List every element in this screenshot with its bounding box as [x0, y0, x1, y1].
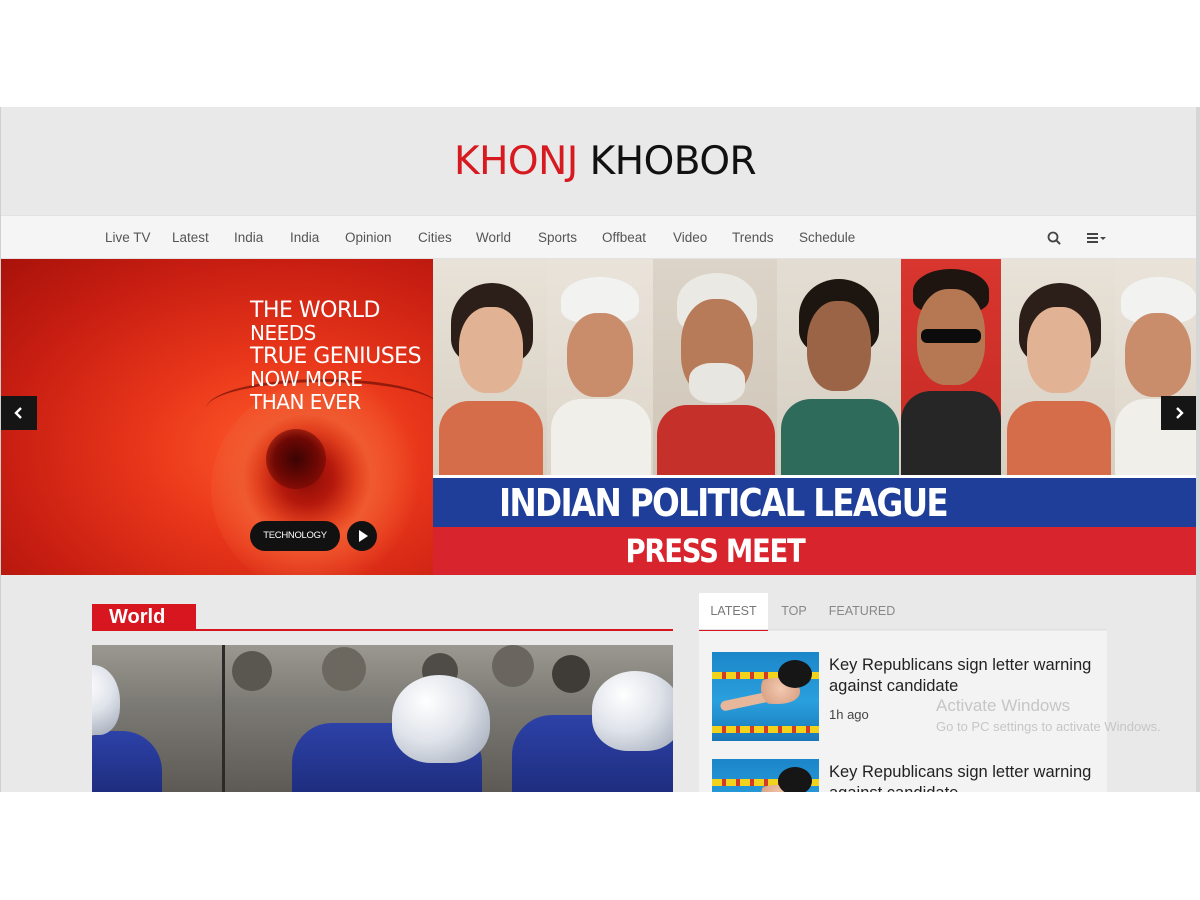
logo-text-red: KHONJ: [454, 139, 578, 184]
nav-item-offbeat[interactable]: Offbeat: [602, 216, 646, 260]
tab-latest[interactable]: LATEST: [699, 593, 768, 631]
face-shape: [807, 301, 871, 391]
hero-slider: THE WORLD NEEDS TRUE GENIUSES NOW MORE T…: [1, 259, 1197, 575]
banner-title-strip: INDIAN POLITICAL LEAGUE: [433, 475, 1197, 527]
person-panel: [1001, 259, 1115, 475]
crowd-shape: [552, 655, 590, 693]
face-shape: [1027, 307, 1091, 393]
browser-viewport: KHONJ KHOBOR Live TV Latest India India …: [0, 107, 1200, 792]
person-panel: [777, 259, 901, 475]
tab-top[interactable]: TOP: [775, 593, 813, 631]
swim-cap: [778, 660, 812, 688]
nav-item-live-tv[interactable]: Live TV: [105, 216, 151, 260]
face-shape: [459, 307, 523, 393]
face-shape: [1125, 313, 1191, 397]
slider-next-button[interactable]: [1161, 396, 1197, 430]
logo-header: KHONJ KHOBOR: [1, 107, 1197, 215]
section-title-world: World: [92, 604, 196, 630]
slider-prev-button[interactable]: [1, 396, 37, 430]
body-shape: [551, 399, 651, 475]
person-panel: [1115, 259, 1197, 475]
helmet-shape: [592, 671, 673, 751]
slogan-line: NEEDS: [250, 321, 316, 345]
hamburger-menu-icon[interactable]: [1084, 228, 1110, 248]
news-title[interactable]: Key Republicans sign letter warning agai…: [829, 655, 1099, 697]
search-icon[interactable]: [1044, 228, 1064, 248]
person-panel: [547, 259, 653, 475]
body-shape: [439, 401, 543, 475]
body-shape: [657, 405, 775, 475]
vertical-scrollbar[interactable]: [1196, 107, 1200, 792]
hero-left-promo: THE WORLD NEEDS TRUE GENIUSES NOW MORE T…: [1, 259, 433, 575]
watermark-subtitle: Go to PC settings to activate Windows.: [936, 719, 1161, 734]
site-logo[interactable]: KHONJ KHOBOR: [454, 139, 757, 184]
main-nav: Live TV Latest India India Opinion Citie…: [1, 215, 1197, 259]
banner-subtitle-strip: PRESS MEET: [433, 527, 1197, 575]
banner-subtitle: PRESS MEET: [625, 532, 805, 570]
person-panel: [433, 259, 547, 475]
banner-title: INDIAN POLITICAL LEAGUE: [498, 481, 949, 525]
helmet-shape: [392, 675, 490, 763]
sunglasses-shape: [921, 329, 981, 343]
play-button[interactable]: [347, 521, 377, 551]
nav-item-latest[interactable]: Latest: [172, 216, 209, 260]
chevron-left-icon: [14, 407, 22, 419]
play-icon: [359, 530, 368, 542]
world-lead-image[interactable]: [92, 645, 673, 792]
nav-item-video[interactable]: Video: [673, 216, 707, 260]
face-shape: [567, 313, 633, 397]
helmet-shape: [92, 665, 120, 735]
slogan-line: THAN EVER: [250, 390, 361, 414]
category-button[interactable]: TECHNOLOGY: [250, 521, 340, 551]
swim-cap: [778, 767, 812, 792]
nav-item-sports[interactable]: Sports: [538, 216, 577, 260]
beard-shape: [689, 363, 745, 403]
news-timestamp: 1h ago: [829, 707, 869, 722]
eye-pupil-graphic: [266, 429, 326, 489]
chevron-right-icon: [1176, 407, 1184, 419]
body-shape: [781, 399, 899, 475]
nav-item-india[interactable]: India: [234, 216, 263, 260]
nav-item-trends[interactable]: Trends: [732, 216, 774, 260]
section-divider: [92, 629, 673, 631]
nav-item-schedule[interactable]: Schedule: [799, 216, 855, 260]
body-shape: [1007, 401, 1111, 475]
logo-text-black: KHOBOR: [577, 139, 757, 184]
os-activation-watermark: Activate Windows Go to PC settings to ac…: [936, 695, 1161, 737]
person-panel: [653, 259, 777, 475]
nav-item-cities[interactable]: Cities: [418, 216, 452, 260]
watermark-title: Activate Windows: [936, 696, 1071, 715]
crowd-shape: [492, 645, 534, 687]
nav-item-opinion[interactable]: Opinion: [345, 216, 392, 260]
list-item[interactable]: Key Republicans sign letter warning agai…: [712, 759, 1102, 792]
person-panel: [901, 259, 1001, 475]
jersey-shape: [92, 731, 162, 792]
crowd-shape: [232, 651, 272, 691]
news-thumbnail: [712, 652, 819, 741]
slogan-line: NOW MORE: [250, 367, 363, 391]
body-shape: [901, 391, 1001, 475]
lane-rope: [712, 726, 819, 733]
nav-item-india-2[interactable]: India: [290, 216, 319, 260]
tabs-divider: [699, 629, 1107, 630]
image-seam: [222, 645, 225, 792]
slogan-line: TRUE GENIUSES: [250, 344, 422, 369]
nav-item-world[interactable]: World: [476, 216, 511, 260]
tab-featured[interactable]: FEATURED: [825, 593, 899, 631]
sidebar-tabs: LATEST TOP FEATURED: [699, 593, 1107, 631]
hero-right-image: INDIAN POLITICAL LEAGUE PRESS MEET: [433, 259, 1197, 575]
crowd-shape: [322, 647, 366, 691]
slogan-line: THE WORLD: [250, 298, 380, 323]
hero-slogan: THE WORLD NEEDS TRUE GENIUSES NOW MORE T…: [250, 298, 422, 414]
news-title[interactable]: Key Republicans sign letter warning agai…: [829, 762, 1099, 792]
news-thumbnail: [712, 759, 819, 792]
